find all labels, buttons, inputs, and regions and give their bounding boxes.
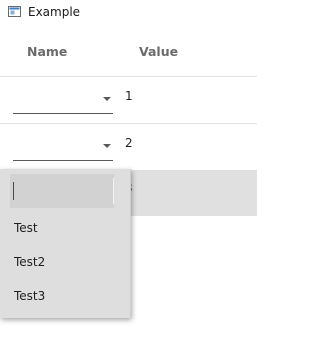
title-bar: Example	[0, 0, 257, 26]
field-edge	[113, 178, 114, 204]
combobox-underline	[13, 113, 113, 114]
column-header-value[interactable]: Value	[139, 44, 178, 59]
combobox-dropdown-popup[interactable]: Test Test2 Test3	[0, 169, 131, 318]
app-window-icon	[8, 6, 21, 17]
table-header: Name Value	[0, 30, 257, 76]
value-cell: 1	[125, 89, 133, 103]
table-row[interactable]: 1	[0, 77, 257, 123]
text-cursor	[13, 182, 14, 200]
chevron-down-icon[interactable]	[103, 97, 111, 101]
dropdown-option[interactable]: Test2	[14, 255, 45, 269]
combobox-edit-field[interactable]	[10, 174, 114, 208]
name-combobox[interactable]	[13, 131, 113, 161]
chevron-down-icon[interactable]	[103, 144, 111, 148]
table-row[interactable]: 2	[0, 124, 257, 170]
window-title: Example	[28, 5, 81, 19]
combobox-underline	[13, 160, 113, 161]
value-cell: 2	[125, 136, 133, 150]
dropdown-option[interactable]: Test	[14, 221, 38, 235]
name-combobox[interactable]	[13, 84, 113, 114]
column-header-name[interactable]: Name	[27, 44, 67, 59]
dropdown-option[interactable]: Test3	[14, 289, 45, 303]
